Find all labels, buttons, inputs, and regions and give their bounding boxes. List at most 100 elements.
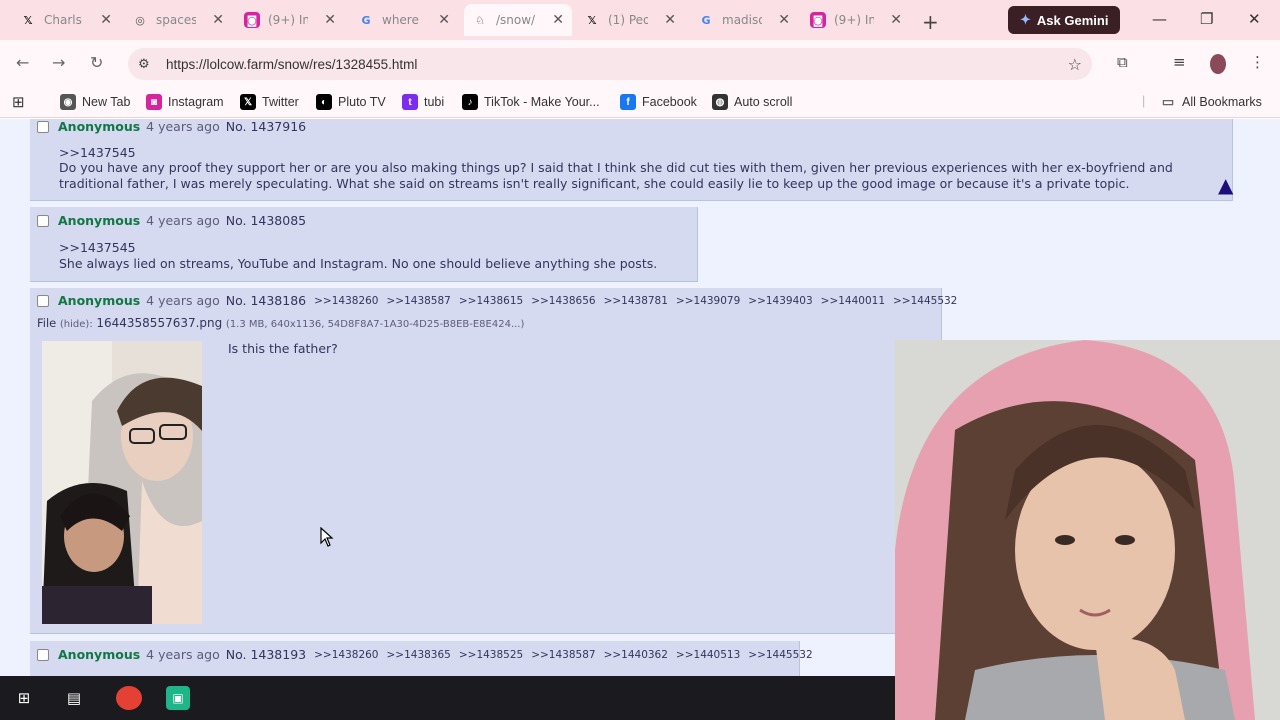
bookmark-label: New Tab [82, 95, 131, 109]
post-number[interactable]: No. 1438186 [226, 293, 306, 308]
all-bookmarks[interactable]: ▭ All Bookmarks [1160, 94, 1262, 110]
quote-link[interactable]: >>1437545 [59, 145, 136, 161]
close-tab-icon[interactable]: ✕ [212, 12, 224, 28]
tab-title: /snow/ [496, 13, 536, 27]
close-tab-icon[interactable]: ✕ [324, 12, 336, 28]
backlink[interactable]: >>1438525 [459, 649, 523, 661]
tab-title: (9+) In [834, 13, 874, 27]
post-image-thumbnail[interactable] [42, 341, 202, 624]
file-info: File (hide): 1644358557637.png (1.3 MB, … [37, 316, 524, 330]
close-tab-icon[interactable]: ✕ [552, 12, 564, 28]
file-label: File [37, 316, 57, 330]
forward-icon[interactable]: → [52, 53, 65, 72]
close-tab-icon[interactable]: ✕ [100, 12, 112, 28]
browser-tab[interactable]: ◙ (9+) In ✕ [802, 6, 910, 34]
backlink[interactable]: >>1438587 [531, 649, 595, 661]
tab-title: (9+) In [268, 13, 308, 27]
tab-title: (1) Peo [608, 13, 648, 27]
bookmark-item[interactable]: ◍ Auto scroll [712, 94, 792, 110]
task-view-icon[interactable]: ▤ [62, 686, 86, 710]
post-header: Anonymous 4 years ago No. 1438193 >>1438… [37, 647, 821, 662]
bookmark-item[interactable]: ◙ Instagram [146, 94, 224, 110]
backlink[interactable]: >>1439403 [748, 295, 812, 307]
backlink[interactable]: >>1445532 [893, 295, 957, 307]
quote-link[interactable]: >>1437545 [59, 240, 136, 256]
backlink[interactable]: >>1438260 [314, 295, 378, 307]
browser-tab[interactable]: ◙ (9+) In ✕ [236, 6, 344, 34]
gemini-star-icon: ✦ [1020, 12, 1031, 27]
backlink[interactable]: >>1439079 [676, 295, 740, 307]
browser-tab[interactable]: 𝕏 Charls ✕ [12, 6, 120, 34]
chrome-taskbar-icon[interactable] [116, 686, 142, 710]
post-number[interactable]: No. 1438085 [226, 213, 306, 228]
post-time: 4 years ago [146, 213, 220, 228]
profile-avatar-icon[interactable] [1210, 54, 1226, 74]
bookmark-item[interactable]: f Facebook [620, 94, 697, 110]
post-checkbox[interactable] [37, 120, 49, 133]
new-tab-icon: ◉ [60, 94, 76, 110]
all-bookmarks-label: All Bookmarks [1182, 95, 1262, 109]
backlink[interactable]: >>1440513 [676, 649, 740, 661]
extensions-icon[interactable]: ⧉ [1117, 53, 1128, 71]
backlink[interactable]: >>1438615 [459, 295, 523, 307]
backlink[interactable]: >>1438781 [604, 295, 668, 307]
windows-start-icon[interactable]: ⊞ [12, 686, 36, 710]
ask-gemini-button[interactable]: ✦ Ask Gemini [1008, 6, 1121, 34]
restore-icon[interactable]: ❐ [1200, 10, 1213, 28]
close-tab-icon[interactable]: ✕ [778, 12, 790, 28]
post-number[interactable]: No. 1437916 [226, 119, 306, 134]
menu-kebab-icon[interactable]: ⋮ [1250, 53, 1265, 71]
scroll-up-arrow-icon[interactable]: ▲ [1218, 173, 1233, 197]
minimize-icon[interactable]: — [1152, 10, 1167, 28]
browser-tab[interactable]: Gwhere ✕ [350, 6, 458, 34]
bookmark-star-icon[interactable]: ☆ [1068, 55, 1082, 74]
site-settings-icon[interactable]: ⚙ [138, 57, 158, 72]
file-hide-link[interactable]: (hide): [60, 319, 93, 330]
new-tab-button[interactable]: + [922, 10, 939, 34]
bookmark-item[interactable]: ♪ TikTok - Make Your... [462, 94, 600, 110]
backlink[interactable]: >>1440011 [821, 295, 885, 307]
post-header: Anonymous 4 years ago No. 1437916 [37, 119, 314, 134]
bookmark-label: Pluto TV [338, 95, 386, 109]
bookmark-label: TikTok - Make Your... [484, 95, 600, 109]
close-tab-icon[interactable]: ✕ [664, 12, 676, 28]
backlink[interactable]: >>1438656 [531, 295, 595, 307]
back-icon[interactable]: ← [16, 53, 29, 72]
backlink[interactable]: >>1440362 [604, 649, 668, 661]
bookmark-label: tubi [424, 95, 445, 109]
webcam-overlay [895, 340, 1280, 720]
address-bar[interactable]: ⚙ https://lolcow.farm/snow/res/1328455.h… [128, 48, 1092, 80]
backlink[interactable]: >>1438587 [386, 295, 450, 307]
close-tab-icon[interactable]: ✕ [890, 12, 902, 28]
bookmark-label: Twitter [262, 95, 299, 109]
apps-grid-icon[interactable]: ⊞ [12, 93, 25, 111]
bookmark-item[interactable]: ◐ Pluto TV [316, 94, 386, 110]
browser-tab[interactable]: 𝕏 (1) Peo ✕ [576, 6, 684, 34]
file-meta: (1.3 MB, 640x1136, 54D8F8A7-1A30-4D25-B8… [225, 319, 525, 330]
file-name-link[interactable]: 1644358557637.png [96, 316, 222, 330]
reload-icon[interactable]: ↻ [90, 53, 103, 72]
post-checkbox[interactable] [37, 214, 49, 227]
bookmark-item[interactable]: ◉ New Tab [60, 94, 130, 110]
webcam-person-graphic [895, 340, 1280, 720]
close-window-icon[interactable]: ✕ [1248, 10, 1261, 28]
app-taskbar-icon[interactable]: ▣ [166, 686, 190, 710]
post-checkbox[interactable] [37, 648, 49, 661]
close-tab-icon[interactable]: ✕ [438, 12, 450, 28]
bookmark-item[interactable]: t tubi [402, 94, 444, 110]
backlink[interactable]: >>1438365 [386, 649, 450, 661]
url-text[interactable]: https://lolcow.farm/snow/res/1328455.htm… [166, 57, 417, 72]
post-header: Anonymous 4 years ago No. 1438186 >>1438… [37, 293, 965, 308]
post-number[interactable]: No. 1438193 [226, 647, 306, 662]
backlink[interactable]: >>1445532 [748, 649, 812, 661]
tab-title: madiso [722, 13, 762, 27]
browser-tab[interactable]: ♘ /snow/ ✕ [464, 4, 572, 36]
backlink[interactable]: >>1438260 [314, 649, 378, 661]
pluto-tv-icon: ◐ [316, 94, 332, 110]
bookmark-item[interactable]: 𝕏 Twitter [240, 94, 299, 110]
media-control-icon[interactable]: ≡ [1173, 53, 1186, 71]
post-checkbox[interactable] [37, 294, 49, 307]
browser-tab[interactable]: ◎ spaces ✕ [124, 6, 232, 34]
tubi-icon: t [402, 94, 418, 110]
browser-tab[interactable]: Gmadiso ✕ [690, 6, 798, 34]
